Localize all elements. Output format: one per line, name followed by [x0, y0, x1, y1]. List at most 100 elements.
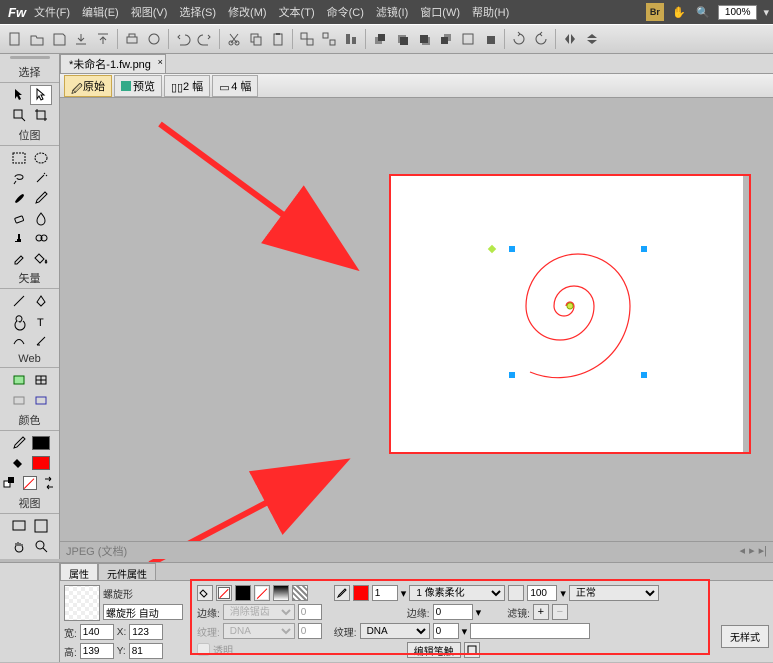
- no-color-icon[interactable]: [20, 473, 40, 493]
- stroke-color-icon[interactable]: [8, 433, 30, 453]
- send-back-icon[interactable]: [436, 29, 456, 49]
- fill-swatch[interactable]: [30, 453, 52, 473]
- pointer-tool-icon[interactable]: [8, 85, 30, 105]
- shape-mode-field[interactable]: [103, 604, 183, 620]
- document-tab[interactable]: *未命名-1.fw.png ×: [60, 54, 166, 73]
- view-preview[interactable]: 预览: [114, 75, 162, 97]
- menu-view[interactable]: 视图(V): [125, 4, 174, 20]
- bring-front-icon[interactable]: [370, 29, 390, 49]
- rotate-ccw-icon[interactable]: [531, 29, 551, 49]
- canvas[interactable]: [391, 176, 743, 452]
- new-file-icon[interactable]: [5, 29, 25, 49]
- fill-none-icon[interactable]: [254, 585, 270, 601]
- menu-help[interactable]: 帮助(H): [466, 4, 515, 20]
- panel-grip-icon[interactable]: [10, 56, 50, 59]
- brush-tool-icon[interactable]: [8, 188, 30, 208]
- next-frame-icon[interactable]: ▸|: [759, 544, 767, 557]
- scale-tool-icon[interactable]: [8, 105, 30, 125]
- arrange-icon-6[interactable]: [480, 29, 500, 49]
- view-original[interactable]: 🖉原始: [64, 75, 112, 97]
- print-icon[interactable]: [122, 29, 142, 49]
- hand-tool-icon[interactable]: [8, 536, 30, 556]
- stroke-swatch[interactable]: [30, 433, 52, 453]
- menu-edit[interactable]: 编辑(E): [76, 4, 125, 20]
- cut-icon[interactable]: [224, 29, 244, 49]
- hand-icon[interactable]: ✋: [670, 3, 688, 21]
- line-tool-icon[interactable]: [8, 291, 30, 311]
- subselect-tool-icon[interactable]: [30, 85, 52, 105]
- menu-commands[interactable]: 命令(C): [321, 4, 370, 20]
- prev-frame-icon[interactable]: ◂: [740, 544, 746, 557]
- zoom-level[interactable]: 100%: [718, 5, 758, 20]
- play-icon[interactable]: ▸: [749, 544, 755, 557]
- pen-tool-icon[interactable]: [30, 291, 52, 311]
- lasso-tool-icon[interactable]: [8, 168, 30, 188]
- full-screen-icon[interactable]: [30, 516, 52, 536]
- rotate-cw-icon[interactable]: [509, 29, 529, 49]
- menu-file[interactable]: 文件(F): [28, 4, 76, 20]
- slice-tool-icon[interactable]: [30, 370, 52, 390]
- show-slices-icon[interactable]: [30, 390, 52, 410]
- save-icon[interactable]: [49, 29, 69, 49]
- view-4up[interactable]: ▭4 幅: [212, 75, 258, 97]
- no-style-button[interactable]: 无样式: [721, 625, 769, 648]
- blur-tool-icon[interactable]: [30, 208, 52, 228]
- open-file-icon[interactable]: [27, 29, 47, 49]
- copy-icon[interactable]: [246, 29, 266, 49]
- bridge-icon[interactable]: Br: [646, 3, 664, 21]
- arrange-icon-5[interactable]: [458, 29, 478, 49]
- eraser-tool-icon[interactable]: [8, 208, 30, 228]
- ungroup-icon[interactable]: [319, 29, 339, 49]
- hotspot-tool-icon[interactable]: [8, 370, 30, 390]
- flip-h-icon[interactable]: [560, 29, 580, 49]
- default-colors-icon[interactable]: [0, 473, 20, 493]
- fill-color-icon[interactable]: [8, 453, 30, 473]
- stamp-tool-icon[interactable]: [8, 228, 30, 248]
- spiral-shape[interactable]: [391, 176, 743, 452]
- import-icon[interactable]: [71, 29, 91, 49]
- undo-icon[interactable]: [173, 29, 193, 49]
- handle-tl[interactable]: [509, 246, 515, 252]
- view-2up[interactable]: ▯▯2 幅: [164, 75, 210, 97]
- crop-tool-icon[interactable]: [30, 105, 52, 125]
- flip-v-icon[interactable]: [582, 29, 602, 49]
- export-icon[interactable]: [93, 29, 113, 49]
- width-field[interactable]: [80, 624, 114, 640]
- handle-tr[interactable]: [641, 246, 647, 252]
- standard-screen-icon[interactable]: [8, 516, 30, 536]
- menu-window[interactable]: 窗口(W): [414, 4, 466, 20]
- zoom-tool-icon[interactable]: [30, 536, 52, 556]
- handle-br[interactable]: [641, 372, 647, 378]
- spiral-tool-icon[interactable]: [8, 311, 30, 331]
- knife-tool-icon[interactable]: [30, 331, 52, 351]
- bucket-tool-icon[interactable]: [30, 248, 52, 268]
- menu-text[interactable]: 文本(T): [273, 4, 321, 20]
- eyedropper-tool-icon[interactable]: [8, 248, 30, 268]
- swap-colors-icon[interactable]: [39, 473, 59, 493]
- redo-icon[interactable]: [195, 29, 215, 49]
- bring-forward-icon[interactable]: [392, 29, 412, 49]
- oval-marquee-tool-icon[interactable]: [30, 148, 52, 168]
- handle-bl[interactable]: [509, 372, 515, 378]
- preview-browser-icon[interactable]: [144, 29, 164, 49]
- group-icon[interactable]: [297, 29, 317, 49]
- paste-icon[interactable]: [268, 29, 288, 49]
- x-field[interactable]: [129, 624, 163, 640]
- send-backward-icon[interactable]: [414, 29, 434, 49]
- tab-properties[interactable]: 属性: [60, 563, 98, 580]
- tab-symbol-properties[interactable]: 元件属性: [98, 563, 156, 580]
- spiral-center-handle[interactable]: [567, 303, 573, 309]
- text-tool-icon[interactable]: T: [30, 311, 52, 331]
- menu-select[interactable]: 选择(S): [173, 4, 222, 20]
- pencil-tool-icon[interactable]: [30, 188, 52, 208]
- replace-color-tool-icon[interactable]: [30, 228, 52, 248]
- fill-color-swatch[interactable]: [216, 585, 232, 601]
- menu-modify[interactable]: 修改(M): [222, 4, 273, 20]
- hide-slices-icon[interactable]: [8, 390, 30, 410]
- menu-filters[interactable]: 滤镜(I): [370, 4, 414, 20]
- wand-tool-icon[interactable]: [30, 168, 52, 188]
- align-icon[interactable]: [341, 29, 361, 49]
- freeform-tool-icon[interactable]: [8, 331, 30, 351]
- zoom-dropdown-icon[interactable]: ▾: [763, 6, 769, 19]
- y-field[interactable]: [129, 643, 163, 659]
